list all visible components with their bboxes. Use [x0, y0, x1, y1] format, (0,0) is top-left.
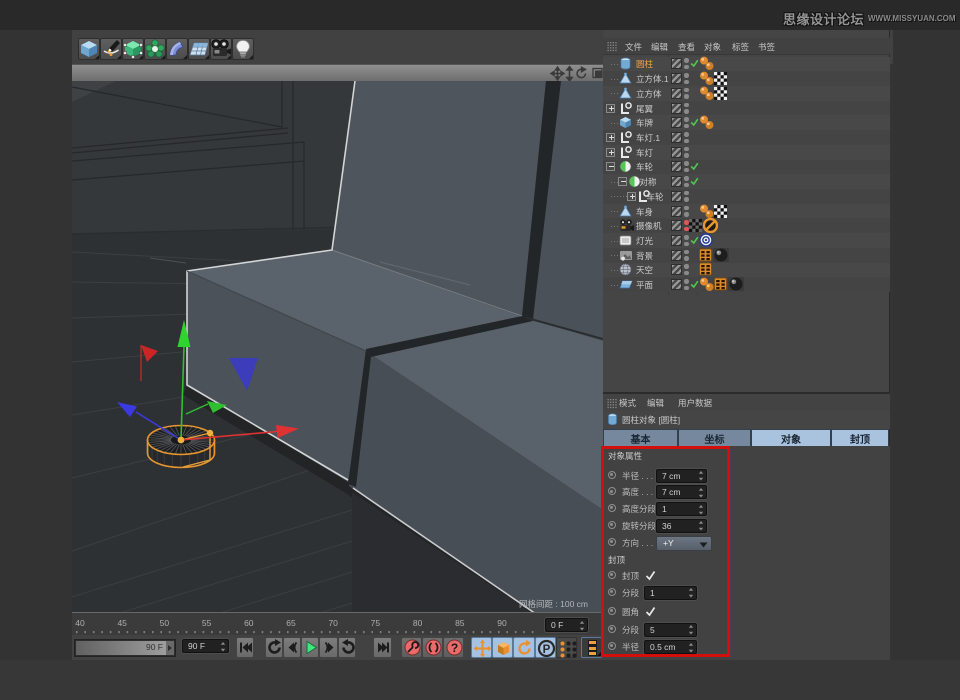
svg-text:55: 55	[202, 618, 212, 628]
svg-text:70: 70	[328, 618, 338, 628]
svg-text:40: 40	[75, 618, 85, 628]
svg-text:90: 90	[497, 618, 507, 628]
svg-text:P: P	[542, 644, 550, 656]
svg-text:60: 60	[244, 618, 254, 628]
svg-text:85: 85	[455, 618, 465, 628]
svg-text:75: 75	[371, 618, 381, 628]
svg-text:网格间距 : 100 cm: 网格间距 : 100 cm	[519, 599, 588, 609]
svg-text:?: ?	[451, 641, 458, 655]
svg-text:65: 65	[286, 618, 296, 628]
svg-text:80: 80	[413, 618, 423, 628]
svg-text:50: 50	[160, 618, 170, 628]
svg-text:45: 45	[117, 618, 127, 628]
